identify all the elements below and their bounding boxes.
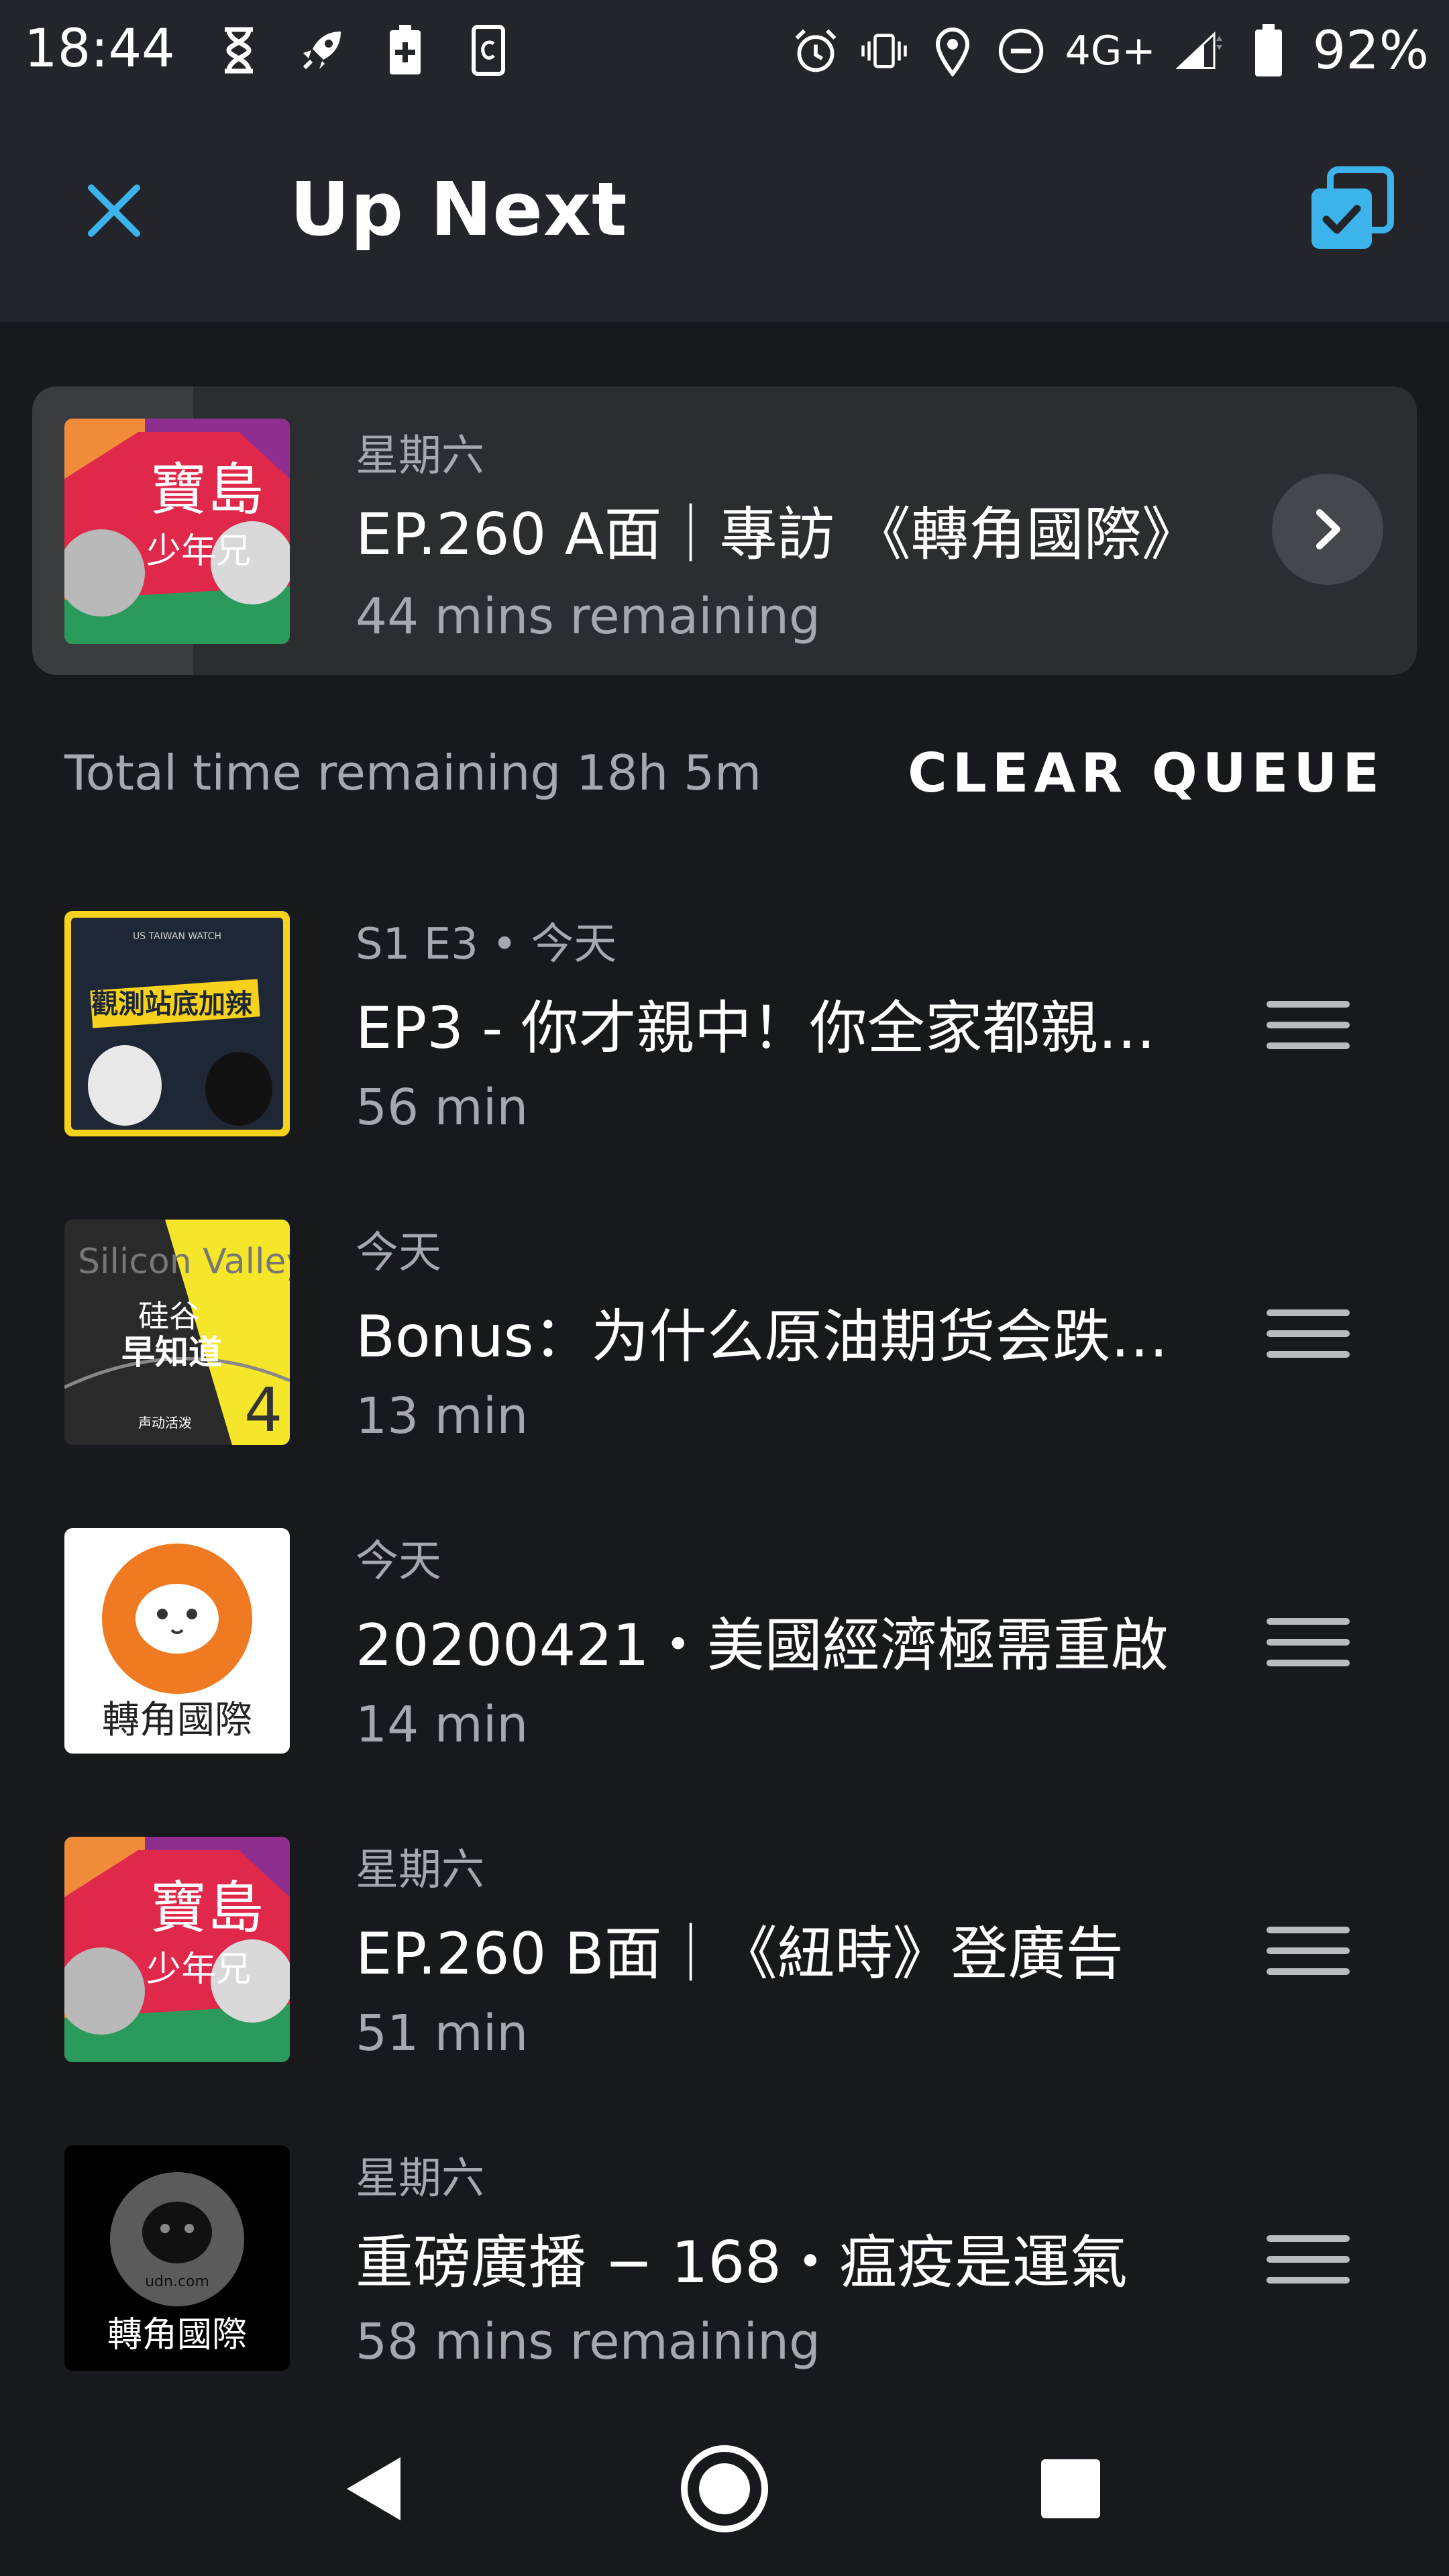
svg-text:少年兄: 少年兄 — [146, 1949, 251, 1990]
battery-icon — [1244, 23, 1293, 78]
do-not-disturb-icon — [997, 24, 1045, 78]
drag-handle-icon[interactable] — [1267, 1917, 1350, 1984]
back-button[interactable] — [322, 2435, 429, 2542]
svg-text:轉角國際: 轉角國際 — [107, 2315, 247, 2355]
episode-title: EP.260 A面｜專訪 《轉角國際》 — [356, 501, 1199, 568]
page-title: Up Next — [290, 166, 628, 252]
queue-item[interactable]: 轉角國際 今天 20200421・美國經濟極需重啟 14 min — [0, 1528, 1449, 1837]
drag-handle-icon[interactable] — [1267, 2226, 1350, 2293]
svg-text:轉角國際: 轉角國際 — [102, 1699, 252, 1742]
svg-text:早知道: 早知道 — [121, 1333, 222, 1372]
app-bar: Up Next — [0, 101, 1449, 322]
episode-remaining: 44 mins remaining — [356, 588, 820, 645]
artwork-text: 寶 — [150, 457, 207, 523]
episode-meta: S1 E3 • 今天 — [356, 920, 617, 969]
svg-text:声动活泼: 声动活泼 — [138, 1415, 192, 1431]
svg-text:硅谷: 硅谷 — [138, 1298, 200, 1334]
drag-handle-icon[interactable] — [1267, 1609, 1350, 1676]
hourglass-icon — [215, 23, 263, 77]
episode-title: 重磅廣播 − 168・瘟疫是運氣 — [356, 2229, 1128, 2296]
clear-queue-button[interactable]: CLEAR QUEUE — [908, 742, 1385, 804]
back-icon — [347, 2457, 400, 2520]
episode-duration: 51 min — [356, 2004, 529, 2062]
svg-text:寶: 寶 — [150, 1875, 207, 1941]
battery-percent: 92% — [1312, 20, 1429, 81]
rocket-icon — [298, 23, 346, 77]
svg-text:島: 島 — [207, 457, 264, 523]
episode-title: 20200421・美國經濟極需重啟 — [356, 1612, 1169, 1679]
chevron-right-icon — [1316, 509, 1340, 549]
network-type: 4G+ — [1065, 27, 1156, 74]
svg-text:4: 4 — [244, 1375, 282, 1445]
svg-text:島: 島 — [207, 1875, 264, 1941]
queue-item[interactable]: US TAIWAN WATCH 觀測站底加辣 S1 E3 • 今天 EP3 - … — [0, 911, 1449, 1220]
status-left-icons — [215, 20, 513, 80]
episode-title: Bonus：为什么原油期货会跌成负数 — [356, 1303, 1181, 1371]
svg-text:觀測站底加辣: 觀測站底加辣 — [91, 989, 253, 1020]
episode-artwork: 寶 島 少年兄 — [64, 419, 290, 644]
total-time-remaining: Total time remaining 18h 5m — [64, 745, 762, 801]
episode-title: EP3 - 你才親中！你全家都親中！ — [356, 995, 1181, 1062]
battery-saver-icon — [381, 23, 429, 77]
episode-duration: 13 min — [356, 1387, 529, 1445]
vibrate-icon — [860, 24, 908, 78]
episode-title: EP.260 B面｜《紐時》登廣告 — [356, 1921, 1124, 1988]
episode-artwork: Silicon Valley 硅谷 早知道 声动活泼 4 — [64, 1220, 290, 1445]
signal-icon — [1175, 24, 1224, 78]
drag-handle-icon[interactable] — [1267, 991, 1350, 1059]
episode-date: 星期六 — [356, 431, 484, 481]
status-bar: 18:44 4G+ 92% — [0, 0, 1449, 101]
home-button[interactable] — [671, 2435, 778, 2542]
episode-artwork: 寶 島 少年兄 — [64, 1837, 290, 2062]
svg-text:少年兄: 少年兄 — [146, 531, 251, 572]
recents-button[interactable] — [1017, 2435, 1124, 2542]
episode-meta: 今天 — [356, 1228, 441, 1278]
episode-meta: 今天 — [356, 1537, 441, 1587]
queue-item[interactable]: Silicon Valley 硅谷 早知道 声动活泼 4 今天 Bonus：为什… — [0, 1220, 1449, 1528]
svg-text:US TAIWAN WATCH: US TAIWAN WATCH — [133, 931, 221, 942]
svg-text:udn.com: udn.com — [145, 2273, 209, 2290]
drag-handle-icon[interactable] — [1267, 1300, 1350, 1367]
episode-duration: 56 min — [356, 1079, 529, 1136]
close-button[interactable] — [79, 176, 149, 246]
episode-artwork: 轉角國際 — [64, 1528, 290, 1754]
episode-artwork: udn.com 轉角國際 — [64, 2145, 290, 2371]
alarm-icon — [792, 24, 840, 78]
status-time: 18:44 — [24, 19, 175, 79]
episode-meta: 星期六 — [356, 1845, 484, 1895]
close-icon — [88, 184, 140, 237]
episode-duration: 14 min — [356, 1696, 529, 1754]
episode-meta: 星期六 — [356, 2154, 484, 2204]
recents-icon — [1041, 2459, 1100, 2518]
episode-artwork: US TAIWAN WATCH 觀測站底加辣 — [64, 911, 290, 1136]
home-icon — [681, 2445, 768, 2532]
queue-item[interactable]: 寶 島 少年兄 星期六 EP.260 B面｜《紐時》登廣告 51 min — [0, 1837, 1449, 2145]
status-right-icons: 4G+ 92% — [792, 19, 1429, 83]
system-nav-bar — [0, 2388, 1449, 2576]
now-playing-card[interactable]: 寶 島 少年兄 星期六 EP.260 A面｜專訪 《轉角國際》 44 mins … — [32, 386, 1417, 675]
location-icon — [928, 24, 977, 78]
multi-select-icon — [1311, 166, 1394, 249]
multi-select-button[interactable] — [1304, 162, 1398, 256]
cast-icon — [464, 23, 513, 77]
open-player-button[interactable] — [1272, 474, 1383, 585]
episode-duration: 58 mins remaining — [356, 2313, 820, 2371]
svg-text:Silicon Valley: Silicon Valley — [78, 1242, 290, 1282]
